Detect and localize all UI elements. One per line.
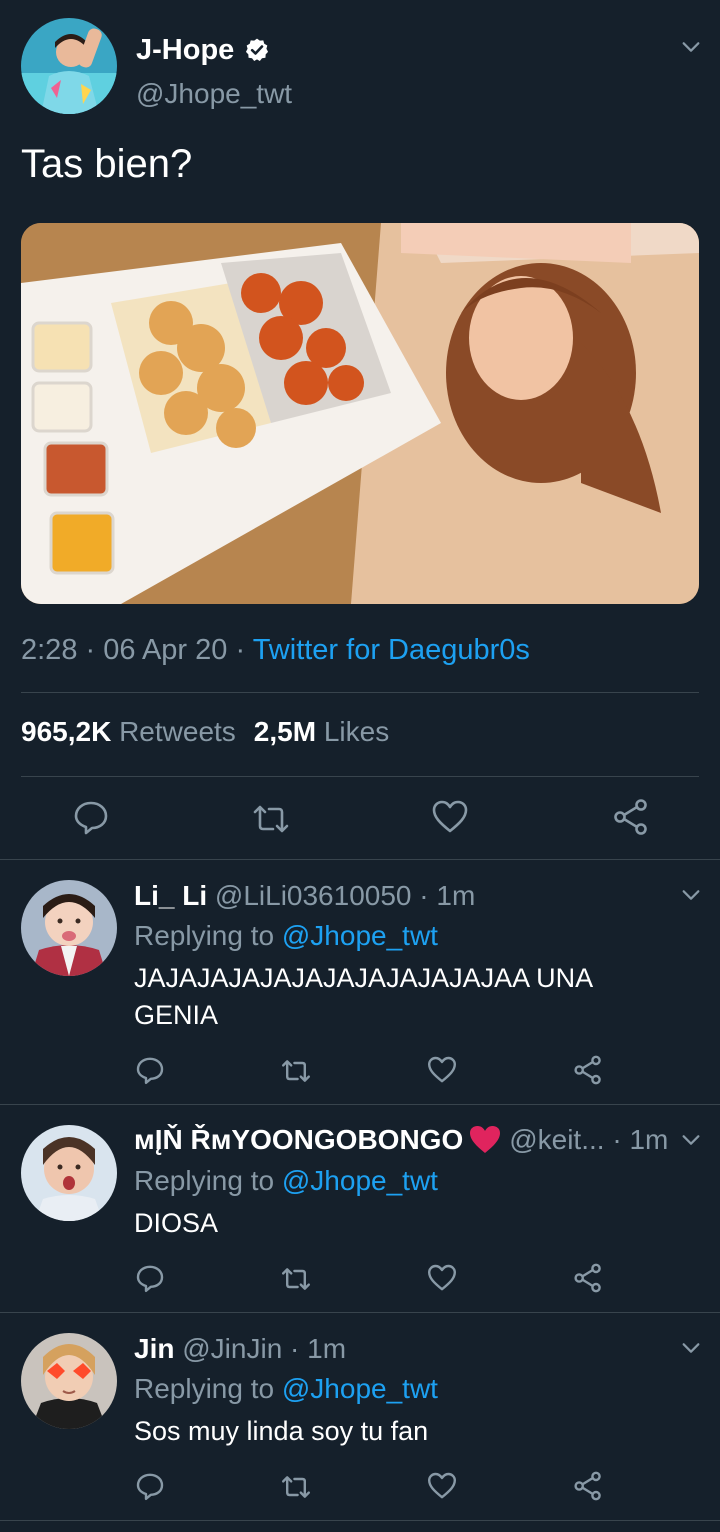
divider <box>0 1520 720 1521</box>
likes-stat[interactable]: 2,5M Likes <box>254 716 389 747</box>
reply-handle[interactable]: @keit... <box>509 1124 604 1156</box>
author-avatar[interactable] <box>21 18 117 114</box>
retweets-label: Retweets <box>119 716 236 747</box>
retweets-stat[interactable]: 965,2K Retweets <box>21 716 236 747</box>
tweet-date: 06 Apr 20 <box>103 634 228 666</box>
like-heart-icon[interactable] <box>426 1262 458 1294</box>
tweet-stats: 965,2K Retweets 2,5M Likes <box>21 716 389 748</box>
retweet-icon[interactable] <box>280 1263 312 1295</box>
author-handle[interactable]: @Jhope_twt <box>136 78 292 110</box>
reply-handle[interactable]: @LiLi03610050 <box>215 880 412 912</box>
separator: · <box>419 880 429 911</box>
replying-to-label: Replying to <box>134 1373 275 1404</box>
like-heart-icon[interactable] <box>426 1054 458 1086</box>
likes-label: Likes <box>323 716 390 747</box>
reply-avatar[interactable] <box>21 1333 117 1429</box>
reply-icon[interactable] <box>71 797 111 837</box>
reply-header: Li_ Li @LiLi03610050 · 1m <box>134 878 475 914</box>
main-tweet: J-Hope @Jhope_twt Tas bien? 2:28 · 06 Ap… <box>0 0 720 860</box>
reply-avatar[interactable] <box>21 880 117 976</box>
replying-to: Replying to @Jhope_twt <box>134 1373 438 1405</box>
author-name-row: J-Hope <box>136 30 270 70</box>
mention-link[interactable]: @Jhope_twt <box>282 920 438 951</box>
chevron-down-icon[interactable] <box>680 36 702 58</box>
author-display-name[interactable]: J-Hope <box>136 34 234 67</box>
red-heart-emoji-icon <box>470 1126 501 1153</box>
reply-tweet[interactable]: Li_ Li @LiLi03610050 · 1m Replying to @J… <box>0 860 720 1104</box>
reply-handle[interactable]: @JinJin <box>182 1333 282 1365</box>
mention-link[interactable]: @Jhope_twt <box>282 1373 438 1404</box>
chevron-down-icon[interactable] <box>680 884 702 906</box>
replying-to: Replying to @Jhope_twt <box>134 920 438 952</box>
like-heart-icon[interactable] <box>426 1470 458 1502</box>
reply-icon[interactable] <box>134 1054 166 1086</box>
reply-text: JAJAJAJAJAJAJAJAJAJAJAJAA UNA GENIA <box>134 963 592 1030</box>
reply-display-name[interactable]: Li_ Li <box>134 880 207 912</box>
separator: · <box>235 634 246 666</box>
reply-text: Sos muy linda soy tu fan <box>134 1416 429 1446</box>
replying-to-label: Replying to <box>134 920 275 951</box>
reply-time: 1m <box>307 1333 347 1364</box>
reply-tweet[interactable]: ᴍĮŇ ŘᴍYOONGOBONGO @keit... · 1m Replying … <box>0 1105 720 1312</box>
reply-avatar[interactable] <box>21 1125 117 1221</box>
reply-text: DIOSA <box>134 1208 219 1238</box>
mention-link[interactable]: @Jhope_twt <box>282 1165 438 1196</box>
reply-display-name[interactable]: Jin <box>134 1333 174 1365</box>
likes-count: 2,5M <box>253 716 317 747</box>
reply-tweet[interactable]: Jin @JinJin · 1m Replying to @Jhope_twt … <box>0 1313 720 1520</box>
share-icon[interactable] <box>611 797 651 837</box>
retweet-icon[interactable] <box>280 1471 312 1503</box>
replying-to-label: Replying to <box>134 1165 275 1196</box>
tweet-media-image[interactable] <box>21 223 699 604</box>
separator: · <box>290 1333 300 1364</box>
retweets-count: 965,2K <box>21 716 112 747</box>
reply-header: ᴍĮŇ ŘᴍYOONGOBONGO @keit... · 1m <box>134 1121 668 1159</box>
replying-to: Replying to @Jhope_twt <box>134 1165 438 1197</box>
verified-badge-icon <box>246 38 269 62</box>
share-icon[interactable] <box>572 1470 604 1502</box>
tweet-metadata: 2:28 · 06 Apr 20 · Twitter for Daegubr0s <box>21 634 530 667</box>
share-icon[interactable] <box>572 1054 604 1086</box>
tweet-time: 2:28 <box>21 634 78 666</box>
reply-time: 1m <box>629 1124 669 1155</box>
separator: · <box>612 1124 622 1155</box>
reply-icon[interactable] <box>134 1470 166 1502</box>
divider <box>21 776 699 777</box>
retweet-icon[interactable] <box>280 1055 312 1087</box>
reply-header: Jin @JinJin · 1m <box>134 1331 346 1367</box>
reply-time: 1m <box>436 880 476 911</box>
chevron-down-icon[interactable] <box>680 1129 702 1151</box>
reply-icon[interactable] <box>134 1262 166 1294</box>
like-heart-icon[interactable] <box>430 797 470 837</box>
divider <box>21 692 699 693</box>
reply-display-name[interactable]: ᴍĮŇ ŘᴍYOONGOBONGO <box>134 1124 463 1156</box>
retweet-icon[interactable] <box>251 799 291 839</box>
tweet-text: Tas bien? <box>21 142 193 186</box>
separator: · <box>85 634 96 666</box>
tweet-source-link[interactable]: Twitter for Daegubr0s <box>253 634 530 666</box>
chevron-down-icon[interactable] <box>680 1337 702 1359</box>
share-icon[interactable] <box>572 1262 604 1294</box>
